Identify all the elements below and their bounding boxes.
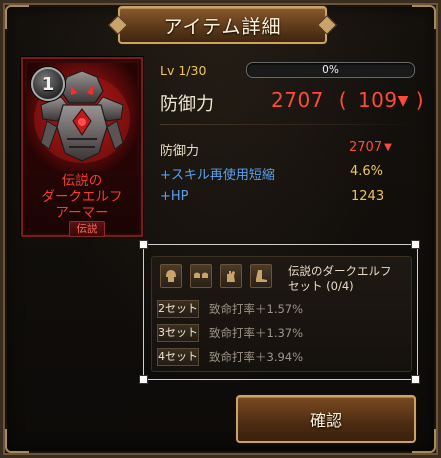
main-stat-delta-open: (: [338, 88, 348, 112]
resize-handle[interactable]: [411, 240, 420, 249]
sub-stat-value: 4.6%: [350, 164, 384, 179]
set-name-line: セット (0/4): [288, 279, 354, 293]
stat-divider: [160, 124, 415, 125]
frame-corner-ornament: [412, 5, 436, 29]
set-bonus-tag: 3セット: [157, 324, 199, 342]
glove-icon: [227, 271, 235, 282]
set-bonus-text: 致命打率＋1.57%: [209, 302, 304, 316]
item-name-line: 伝説の: [61, 173, 103, 189]
main-stat-delta: 109: [357, 88, 398, 112]
set-bonus-tag: 4セット: [157, 348, 199, 366]
set-name: 伝説のダークエルフ セット (0/4): [288, 264, 392, 294]
title-banner: アイテム詳細: [108, 6, 337, 44]
main-stat-delta-close: ): [415, 88, 425, 112]
resize-handle[interactable]: [139, 240, 148, 249]
sub-stat-value: 1243: [351, 189, 385, 204]
item-name: 伝説の ダークエルフ アーマー: [23, 173, 141, 221]
resize-handle[interactable]: [411, 375, 420, 384]
resize-handle[interactable]: [139, 375, 148, 384]
item-card[interactable]: 1 伝説の ダークエルフ アーマー 伝説: [21, 57, 143, 237]
main-stat-value: 2707 ( 109▼ ): [271, 88, 424, 112]
exp-progress-bar: 0%: [246, 62, 415, 78]
boots-icon: [256, 270, 267, 282]
frame-corner-ornament: [5, 5, 29, 29]
sub-stat-label: +スキル再使用短縮: [160, 168, 275, 183]
shoulder-icon: [194, 272, 208, 278]
main-stat-number: 2707: [271, 88, 324, 112]
sub-stat-number: 2707: [349, 140, 383, 155]
confirm-button[interactable]: 確認: [236, 395, 416, 443]
item-name-line: アーマー: [55, 205, 109, 221]
sub-stat-label: +HP: [160, 189, 189, 204]
item-name-line: ダークエルフ: [41, 189, 123, 205]
set-bonus-text: 致命打率＋1.37%: [209, 326, 304, 340]
helmet-icon: [166, 270, 176, 282]
set-piece-slot[interactable]: [160, 264, 182, 288]
window-title: アイテム詳細: [163, 15, 282, 38]
sub-stat-label: 防御力: [160, 144, 200, 159]
set-name-line: 伝説のダークエルフ: [288, 264, 392, 278]
set-piece-slot[interactable]: [220, 264, 242, 288]
set-bonus-text: 致命打率＋3.94%: [209, 350, 304, 364]
item-level-badge: 1: [31, 67, 65, 101]
set-piece-slot[interactable]: [250, 264, 272, 288]
set-bonus-tag: 2セット: [157, 300, 199, 318]
sub-stat-value: 2707 ▼: [349, 140, 392, 155]
item-level-label: Lv 1/30: [160, 63, 207, 78]
exp-percent-text: 0%: [322, 64, 339, 76]
down-arrow-icon: ▼: [384, 142, 392, 153]
down-arrow-icon: ▼: [397, 93, 409, 109]
set-piece-slot[interactable]: [190, 264, 212, 288]
rarity-tag: 伝説: [69, 221, 105, 237]
frame-corner-ornament: [5, 429, 29, 453]
main-stat-label: 防御力: [160, 94, 214, 115]
